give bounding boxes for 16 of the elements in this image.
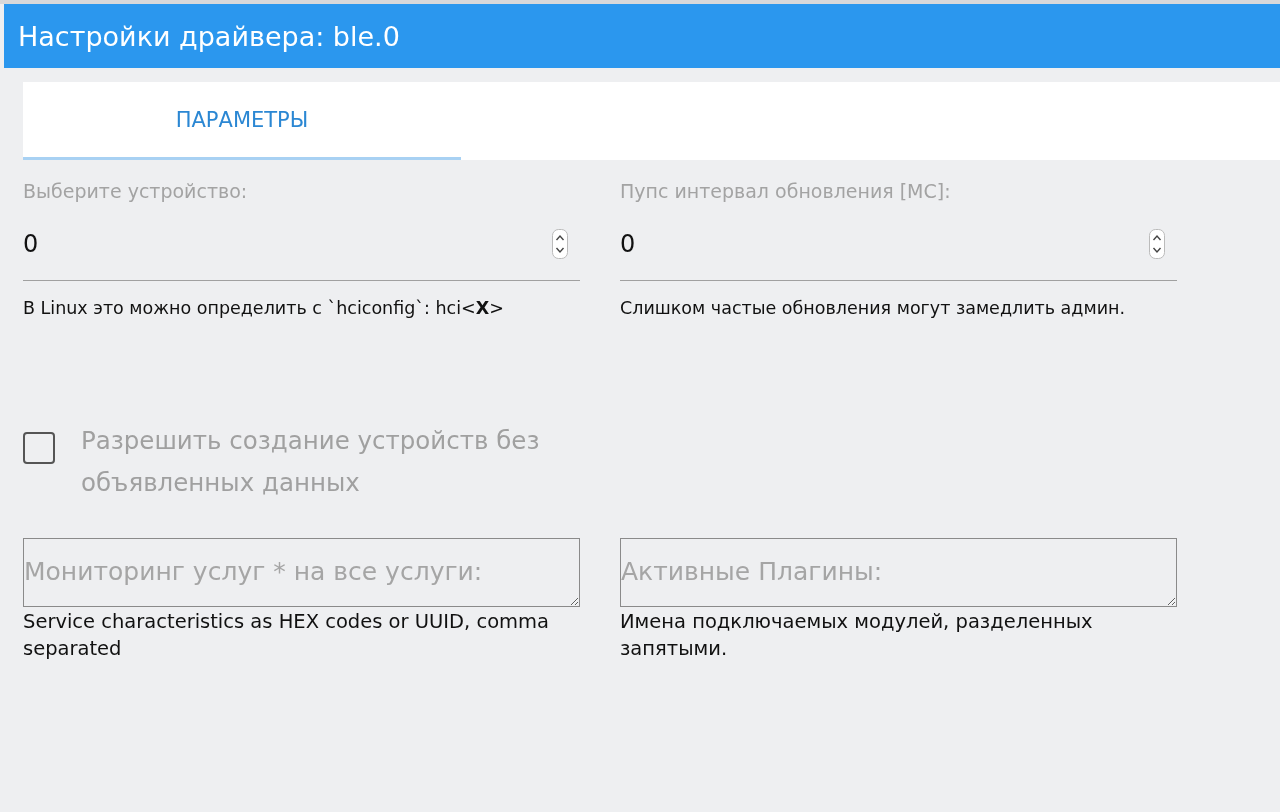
window-title: Настройки драйвера: ble.0: [18, 20, 400, 52]
number-field[interactable]: 0: [23, 230, 552, 258]
spinner-icon[interactable]: [1149, 229, 1165, 259]
text-area[interactable]: Активные Плагины:: [620, 538, 1177, 607]
checkbox[interactable]: [23, 432, 55, 464]
help-text: Service characteristics as HEX codes or UUID, comma separated: [23, 609, 551, 662]
tab[interactable]: ПАРАМЕТРЫ: [23, 82, 461, 160]
spinner-icon[interactable]: [552, 229, 568, 259]
text-area[interactable]: Мониторинг услуг * на все услуги:: [23, 538, 580, 607]
number-field[interactable]: 0: [620, 230, 1149, 258]
checkbox-label: Разрешить создание устройств без объявленных данных: [81, 425, 541, 499]
help-text: Имена подключаемых модулей, разделенных запятыми.: [620, 609, 1094, 662]
help-text: В Linux это можно определить с `hciconfig`: hci<X>: [23, 297, 505, 320]
help-text: Слишком частые обновления могут замедлить админ.: [620, 297, 1127, 320]
field-label: Пупс интервал обновления [МС]:: [620, 180, 952, 204]
field-label: Выберите устройство:: [23, 180, 249, 204]
